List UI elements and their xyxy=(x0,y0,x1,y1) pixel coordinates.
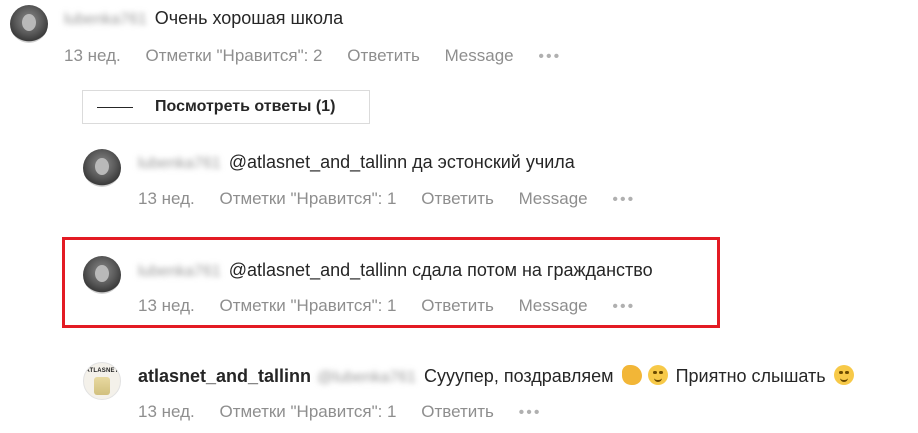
likes-count[interactable]: Отметки "Нравится": 1 xyxy=(219,189,396,208)
comment-text-line: lubenka761 Очень хорошая школа xyxy=(64,7,343,31)
avatar-face xyxy=(22,14,36,31)
view-replies-label: Посмотреть ответы (1) xyxy=(155,98,336,115)
blurred-username[interactable]: lubenka761 xyxy=(64,9,147,31)
likes-count[interactable]: Отметки "Нравится": 2 xyxy=(145,46,322,65)
comment-text: Очень хорошая школа xyxy=(154,8,344,28)
reply-button[interactable]: Ответить xyxy=(421,402,494,421)
brand-avatar[interactable]: ATLASNET xyxy=(83,362,121,400)
comment-text-part1: Сууупер, поздравляем xyxy=(424,366,614,386)
likes-count[interactable]: Отметки "Нравится": 1 xyxy=(219,402,396,421)
more-options-icon[interactable]: ••• xyxy=(519,404,542,421)
reply-button[interactable]: Ответить xyxy=(421,189,494,208)
comment-time[interactable]: 13 нед. xyxy=(138,189,195,208)
smiling-face-icon xyxy=(647,365,668,385)
more-options-icon[interactable]: ••• xyxy=(612,298,635,315)
comment-text-line: lubenka761 @atlasnet_and_tallinn да эстон… xyxy=(138,151,575,175)
view-replies-button[interactable]: Посмотреть ответы (1) xyxy=(82,90,370,124)
avatar-face xyxy=(95,158,109,175)
comment-text: @atlasnet_and_tallinn да эстонский учила xyxy=(228,152,575,172)
reply-button[interactable]: Ответить xyxy=(421,296,494,315)
comment-time[interactable]: 13 нед. xyxy=(138,402,195,421)
comment-text: @atlasnet_and_tallinn сдала потом на гра… xyxy=(228,260,653,280)
clapping-hands-icon xyxy=(621,365,642,385)
more-options-icon[interactable]: ••• xyxy=(538,48,561,65)
comment-meta: 13 нед. Отметки "Нравится": 1 Ответить M… xyxy=(138,296,655,317)
more-options-icon[interactable]: ••• xyxy=(612,191,635,208)
comment-meta: 13 нед. Отметки "Нравится": 1 Ответить M… xyxy=(138,189,655,210)
comment-text-line: atlasnet_and_tallinn @lubenka761 Сууупер, … xyxy=(138,365,857,389)
comment-text-line: lubenka761 @atlasnet_and_tallinn сдала по… xyxy=(138,259,653,283)
message-button[interactable]: Message xyxy=(519,189,588,208)
comment-time[interactable]: 13 нед. xyxy=(64,46,121,65)
message-button[interactable]: Message xyxy=(445,46,514,65)
blushing-face-icon xyxy=(833,365,854,385)
blurred-mention[interactable]: @lubenka761 xyxy=(317,367,416,389)
avatar[interactable] xyxy=(10,5,48,43)
brand-logo-text: ATLASNET xyxy=(85,368,119,374)
avatar[interactable] xyxy=(83,256,121,294)
likes-count[interactable]: Отметки "Нравится": 1 xyxy=(219,296,396,315)
comment-meta: 13 нед. Отметки "Нравится": 1 Ответить •… xyxy=(138,402,561,423)
comment-meta: 13 нед. Отметки "Нравится": 2 Ответить M… xyxy=(64,46,581,67)
avatar-face xyxy=(95,265,109,282)
brand-figure-icon xyxy=(94,377,110,395)
blurred-username[interactable]: lubenka761 xyxy=(138,153,221,175)
blurred-username[interactable]: lubenka761 xyxy=(138,261,221,283)
dash-divider xyxy=(97,107,133,108)
avatar[interactable] xyxy=(83,149,121,187)
comment-text-part2: Приятно слышать xyxy=(675,366,826,386)
reply-button[interactable]: Ответить xyxy=(347,46,420,65)
message-button[interactable]: Message xyxy=(519,296,588,315)
author-name[interactable]: atlasnet_and_tallinn xyxy=(138,366,311,386)
comment-time[interactable]: 13 нед. xyxy=(138,296,195,315)
